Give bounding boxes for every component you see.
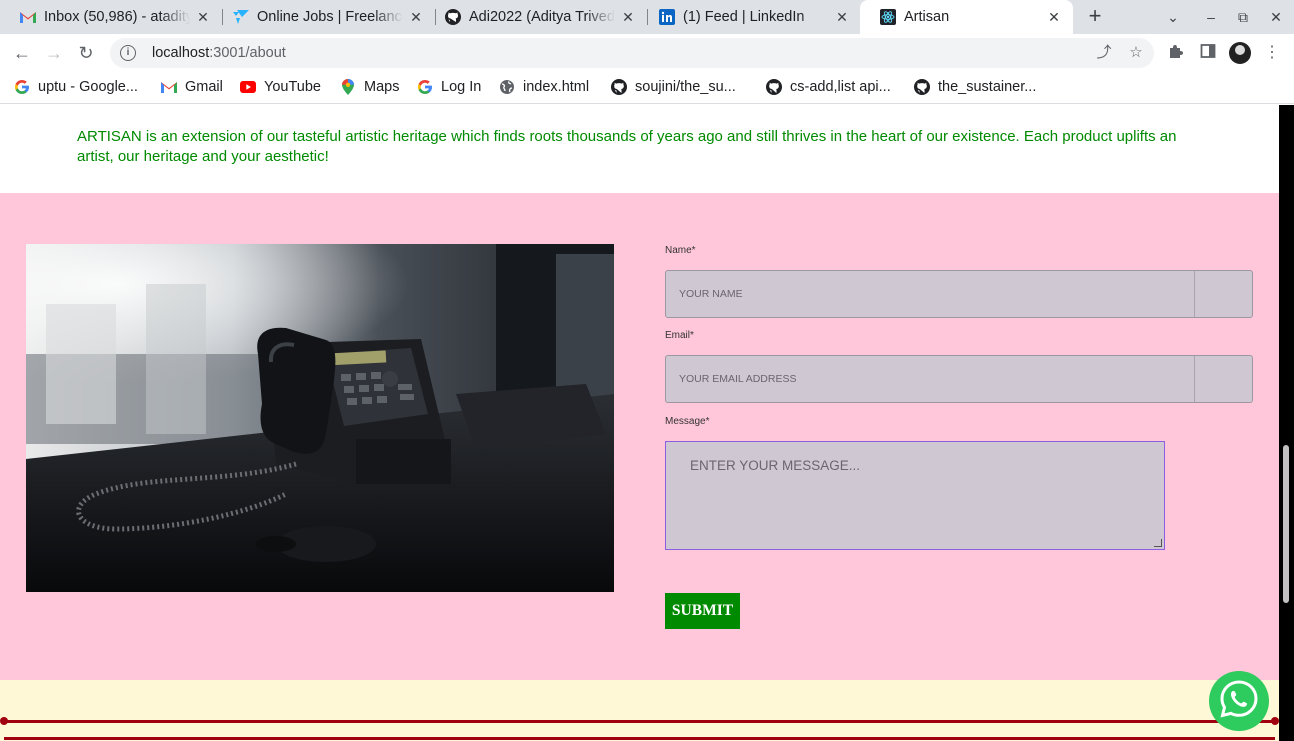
forward-arrow-icon[interactable]: → [43, 42, 65, 64]
resize-handle[interactable] [1154, 539, 1162, 547]
tab-label: Inbox (50,986) - atadity [44, 9, 190, 25]
bookmark-index-html[interactable]: index.html [499, 72, 589, 102]
bookmark-github-sustainer[interactable]: the_sustainer... [914, 72, 1036, 102]
whatsapp-icon [1218, 678, 1260, 725]
github-icon [914, 79, 930, 95]
youtube-icon [240, 79, 256, 95]
close-icon[interactable]: ✕ [833, 8, 851, 26]
tab-search-chevron-down-icon[interactable]: ⌄ [1164, 8, 1182, 26]
close-icon[interactable]: ✕ [194, 8, 212, 26]
name-placeholder: YOUR NAME [679, 288, 743, 300]
whatsapp-chat-button[interactable] [1209, 671, 1269, 731]
message-label: Message* [665, 416, 710, 427]
page-viewport: ARTISAN is an extension of our tasteful … [0, 105, 1294, 741]
email-placeholder: YOUR EMAIL ADDRESS [679, 373, 797, 385]
tab-label: Adi2022 (Aditya Trivedi) [469, 9, 615, 25]
restore-icon[interactable]: ⧉ [1234, 8, 1252, 26]
google-icon [14, 79, 30, 95]
new-tab-button[interactable]: + [1084, 5, 1106, 28]
message-textarea[interactable]: ENTER YOUR MESSAGE... [665, 441, 1165, 550]
bookmark-github-soujini[interactable]: soujini/the_su... [611, 72, 736, 102]
bookmark-label: uptu - Google... [38, 79, 138, 95]
bookmark-label: index.html [523, 79, 590, 95]
bookmark-log-in[interactable]: Log In [417, 72, 481, 102]
bookmark-label: cs-add,list api... [790, 79, 891, 95]
scrollbar-thumb[interactable] [1283, 445, 1289, 603]
tab-artisan[interactable]: Artisan ✕ [860, 0, 1073, 34]
office-telephone-photo [26, 244, 614, 592]
tab-gmail[interactable]: Inbox (50,986) - atadity ✕ [0, 0, 223, 34]
contact-section: Name* YOUR NAME Email* YOUR EMAIL ADDRES… [0, 193, 1279, 680]
globe-icon [499, 79, 515, 95]
linkedin-icon [659, 9, 675, 25]
address-bar[interactable]: i localhost:3001/about ⤴ ☆ [110, 38, 1154, 68]
side-panel-icon[interactable] [1198, 43, 1218, 63]
email-input[interactable]: YOUR EMAIL ADDRESS [665, 355, 1253, 403]
bookmark-uptu[interactable]: uptu - Google... [14, 72, 138, 102]
tab-label: Online Jobs | Freelance [257, 9, 403, 25]
message-placeholder: ENTER YOUR MESSAGE... [690, 458, 861, 473]
tab-label: Artisan [904, 9, 950, 25]
bookmark-label: YouTube [264, 79, 321, 95]
freelancer-icon [233, 9, 249, 25]
browser-tab-bar: Inbox (50,986) - atadity ✕ Online Jobs |… [0, 0, 1294, 34]
github-icon [445, 9, 461, 25]
bookmark-label: soujini/the_su... [635, 79, 736, 95]
share-icon[interactable]: ⤴ [1096, 45, 1112, 61]
footer-divider [4, 720, 1275, 723]
github-icon [611, 79, 627, 95]
submit-button[interactable]: SUBMIT [665, 593, 740, 629]
reload-icon[interactable]: ↻ [75, 42, 97, 64]
minimize-icon[interactable]: – [1202, 8, 1220, 26]
maps-icon [340, 79, 356, 95]
footer-divider [4, 737, 1275, 740]
email-label: Email* [665, 330, 694, 341]
footer-section [0, 680, 1279, 741]
bookmark-github-cs-add[interactable]: cs-add,list api... [766, 72, 891, 102]
gmail-icon [20, 9, 36, 25]
url-text: localhost:3001/about [152, 45, 286, 61]
tab-label: (1) Feed | LinkedIn [683, 9, 805, 25]
bookmark-label: Maps [364, 79, 400, 95]
tab-linkedin[interactable]: (1) Feed | LinkedIn ✕ [639, 0, 861, 34]
tab-github[interactable]: Adi2022 (Aditya Trivedi) ✕ [425, 0, 648, 34]
bookmark-youtube[interactable]: YouTube [240, 72, 321, 102]
close-icon[interactable]: ✕ [1045, 8, 1063, 26]
name-label: Name* [665, 245, 696, 256]
bookmark-label: Log In [441, 79, 482, 95]
about-section: ARTISAN is an extension of our tasteful … [0, 105, 1279, 193]
github-icon [766, 79, 782, 95]
profile-avatar[interactable] [1229, 42, 1251, 64]
react-icon [880, 9, 896, 25]
browser-toolbar: ← → ↻ i localhost:3001/about ⤴ ☆ ⋮ [0, 34, 1294, 72]
tab-freelancer[interactable]: Online Jobs | Freelance ✕ [213, 0, 436, 34]
bookmark-gmail[interactable]: Gmail [161, 72, 223, 102]
page-scrollbar[interactable] [1279, 105, 1294, 741]
menu-kebab-icon[interactable]: ⋮ [1262, 43, 1282, 63]
window-close-icon[interactable]: ✕ [1267, 8, 1285, 26]
close-icon[interactable]: ✕ [619, 8, 637, 26]
name-input[interactable]: YOUR NAME [665, 270, 1253, 318]
close-icon[interactable]: ✕ [407, 8, 425, 26]
extensions-puzzle-icon[interactable] [1166, 43, 1186, 63]
bookmarks-bar: uptu - Google... Gmail YouTube Maps Log … [0, 72, 1294, 104]
site-info-icon[interactable]: i [120, 45, 136, 61]
bookmark-label: the_sustainer... [938, 79, 1037, 95]
about-description: ARTISAN is an extension of our tasteful … [77, 128, 1177, 165]
back-arrow-icon[interactable]: ← [11, 42, 33, 64]
bookmark-star-icon[interactable]: ☆ [1128, 45, 1144, 61]
bookmark-label: Gmail [185, 79, 223, 95]
bookmark-maps[interactable]: Maps [340, 72, 399, 102]
gmail-icon [161, 79, 177, 95]
google-icon [417, 79, 433, 95]
